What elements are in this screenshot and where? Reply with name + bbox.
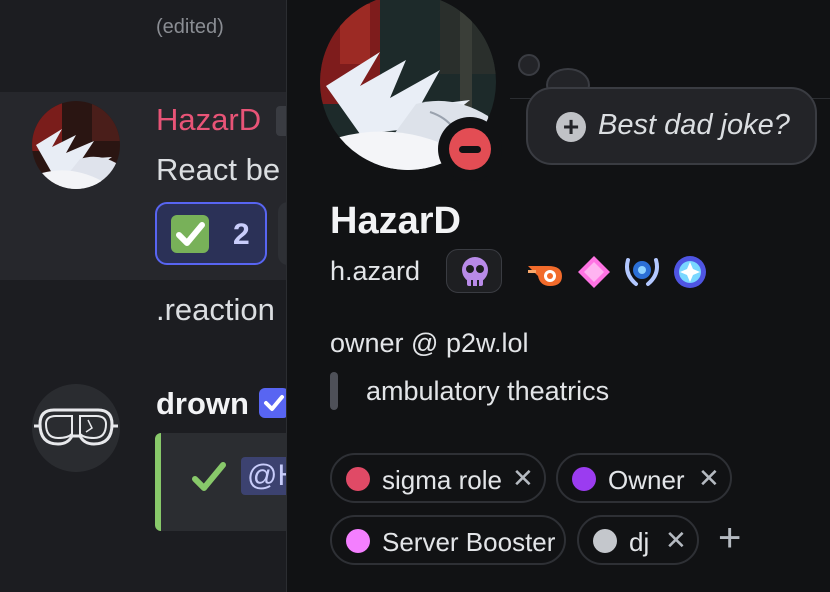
remove-role-icon[interactable]: ✕ bbox=[512, 463, 534, 494]
bio-text: owner @ p2w.lol bbox=[330, 328, 529, 358]
quote-bar bbox=[330, 372, 338, 410]
reaction-checkmark[interactable]: 2 bbox=[155, 202, 267, 265]
verified-check-icon bbox=[259, 388, 286, 418]
author-tag bbox=[276, 106, 286, 136]
reaction-count: 2 bbox=[233, 218, 250, 251]
role-name: Owner bbox=[608, 465, 685, 495]
user-mention[interactable]: @H bbox=[241, 457, 286, 495]
remove-role-icon[interactable]: ✕ bbox=[665, 525, 687, 556]
hazard-avatar[interactable] bbox=[32, 101, 120, 189]
dnd-status-icon bbox=[449, 128, 491, 170]
role-name: dj bbox=[629, 527, 650, 557]
role-color-dot bbox=[346, 529, 370, 553]
custom-status-bubble[interactable]: + Best dad joke? bbox=[526, 87, 817, 165]
role-name: sigma role bbox=[382, 465, 502, 495]
role-server-booster[interactable]: Server Booster bbox=[330, 515, 566, 565]
laurel-badge-icon[interactable] bbox=[622, 254, 659, 290]
role-color-dot bbox=[346, 467, 370, 491]
message-author[interactable]: HazarD bbox=[156, 102, 261, 138]
add-role-button[interactable]: + bbox=[718, 518, 741, 558]
bio-quote: ambulatory theatrics bbox=[366, 376, 610, 406]
edited-label: (edited) bbox=[156, 16, 224, 38]
role-dj[interactable]: dj ✕ bbox=[577, 515, 699, 565]
remove-role-icon[interactable]: ✕ bbox=[698, 463, 720, 494]
message-embed: @H bbox=[155, 433, 286, 531]
message-author-2[interactable]: drown bbox=[156, 386, 249, 422]
quest-badge-icon[interactable] bbox=[672, 254, 708, 290]
role-name: Server Booster bbox=[382, 527, 556, 557]
chat-panel: (edited) HazarD React be 2 .reaction dro… bbox=[0, 0, 286, 592]
custom-status-text: Best dad joke? bbox=[598, 109, 790, 141]
drown-avatar[interactable] bbox=[32, 384, 120, 472]
skull-badge-icon[interactable] bbox=[446, 249, 502, 293]
nitro-boost-badge-icon[interactable] bbox=[526, 254, 562, 290]
display-name: HazarD bbox=[330, 200, 461, 242]
username[interactable]: h.azard bbox=[330, 256, 420, 287]
role-color-dot bbox=[593, 529, 617, 553]
check-mark-icon bbox=[189, 457, 229, 502]
role-owner[interactable]: Owner ✕ bbox=[556, 453, 732, 503]
role-color-dot bbox=[572, 467, 596, 491]
message-text-2: .reaction bbox=[156, 292, 275, 327]
white-check-mark-icon bbox=[171, 215, 209, 253]
diamond-badge-icon[interactable] bbox=[576, 254, 612, 290]
message-text: React be bbox=[156, 152, 281, 187]
add-reaction-button[interactable] bbox=[278, 202, 286, 265]
role-sigma-role[interactable]: sigma role ✕ bbox=[330, 453, 546, 503]
plus-circle-icon: + bbox=[556, 112, 586, 142]
thought-bubble-dot bbox=[518, 54, 540, 76]
